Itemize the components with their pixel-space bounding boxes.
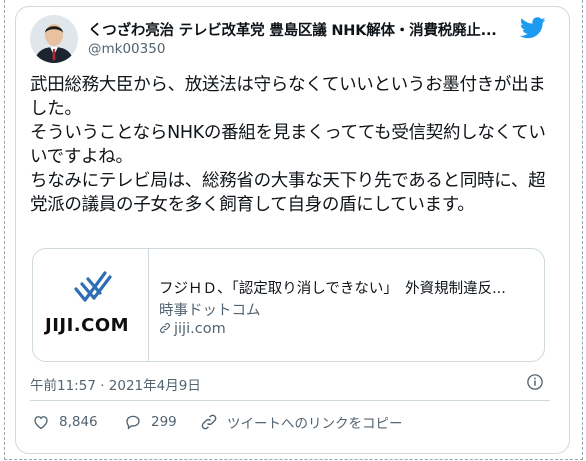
jiji-logo-text: JIJI.COM bbox=[45, 315, 130, 336]
link-description: 時事ドットコム bbox=[159, 303, 261, 319]
divider bbox=[30, 400, 550, 401]
twitter-bird-icon[interactable] bbox=[519, 17, 546, 39]
like-button[interactable]: 8,846 bbox=[32, 412, 98, 432]
reply-button[interactable]: 299 bbox=[124, 412, 177, 432]
like-count: 8,846 bbox=[59, 414, 98, 430]
link-domain-text: jiji.com bbox=[174, 321, 226, 337]
reply-count: 299 bbox=[151, 414, 177, 430]
tweet-timestamp[interactable]: 午前11:57 · 2021年4月9日 bbox=[30, 374, 201, 394]
author-display-name[interactable]: くつざわ亮治 テレビ改革党 豊島区議 NHK解体・消費税廃止... bbox=[88, 19, 508, 40]
link-domain: jiji.com bbox=[159, 321, 226, 337]
author-handle[interactable]: @mk00350 bbox=[88, 41, 165, 57]
speech-bubble-icon bbox=[126, 415, 140, 430]
info-icon[interactable] bbox=[526, 373, 544, 391]
tweet-text: 武田総務大臣から、放送法は守らなくていいというお墨付きが出ました。 そういうこと… bbox=[30, 75, 546, 215]
copy-link-label: ツイートへのリンクをコピー bbox=[227, 416, 403, 432]
link-icon bbox=[201, 414, 217, 430]
copy-link-button[interactable]: ツイートへのリンクをコピー bbox=[200, 412, 403, 432]
avatar[interactable] bbox=[30, 15, 78, 63]
link-icon bbox=[160, 323, 170, 333]
heart-icon bbox=[34, 416, 48, 430]
link-thumbnail[interactable]: JIJI.COM bbox=[33, 249, 149, 361]
jiji-logo-mark bbox=[74, 271, 112, 302]
link-preview-card[interactable]: JIJI.COM フジＨＤ、「認定取り消しできない」 外資規制違反... 時事ド… bbox=[32, 248, 545, 362]
link-title[interactable]: フジＨＤ、「認定取り消しできない」 外資規制違反... bbox=[159, 277, 534, 298]
